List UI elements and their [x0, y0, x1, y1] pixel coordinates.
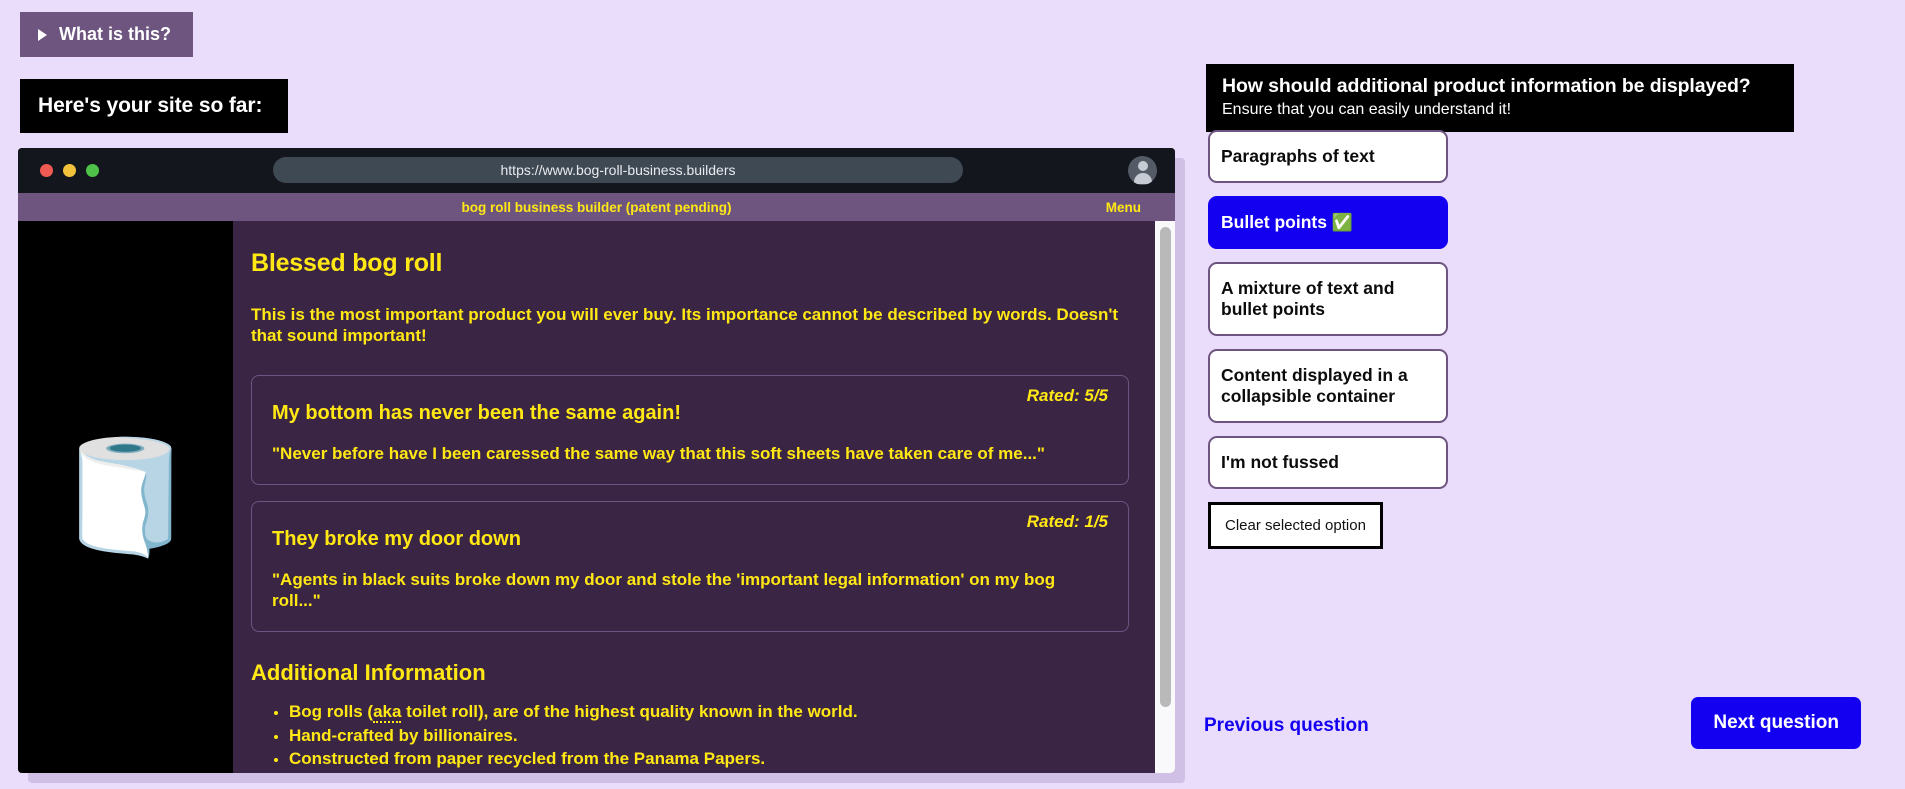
- window-controls: [40, 164, 99, 177]
- review-quote: "Never before have I been caressed the s…: [272, 443, 1045, 463]
- option-label: A mixture of text and bullet points: [1221, 278, 1395, 320]
- site-body: 🧻 Blessed bog roll This is the most impo…: [18, 221, 1175, 773]
- list-item: Hand-crafted by billionaires.: [289, 724, 1129, 747]
- avatar-body-shape: [1133, 173, 1152, 184]
- option-not-fussed[interactable]: I'm not fussed: [1208, 436, 1448, 490]
- browser-chrome-bar: https://www.bog-roll-business.builders: [18, 148, 1175, 193]
- url-input[interactable]: https://www.bog-roll-business.builders: [273, 157, 963, 183]
- question-header: How should additional product informatio…: [1206, 64, 1794, 132]
- option-mixture-of-text-and-bullet-points[interactable]: A mixture of text and bullet points: [1208, 262, 1448, 337]
- review-heading: My bottom has never been the same again!: [272, 401, 681, 424]
- option-list: Paragraphs of text Bullet points ✅ A mix…: [1208, 130, 1448, 550]
- bullet-text-pre: Hand-crafted by billionaires.: [289, 725, 518, 745]
- option-label: Paragraphs of text: [1221, 146, 1375, 166]
- selected-check-icon: ✅: [1331, 213, 1353, 232]
- next-question-button[interactable]: Next question: [1691, 697, 1861, 749]
- option-label: Content displayed in a collapsible conta…: [1221, 365, 1408, 407]
- previous-question-button[interactable]: Previous question: [1204, 715, 1369, 737]
- minimize-window-icon[interactable]: [63, 164, 76, 177]
- list-item: Ensure your bottom receives the plush ex…: [289, 771, 1129, 774]
- product-title: Blessed bog roll: [251, 249, 443, 277]
- review-card: Rated: 1/5 They broke my door down "Agen…: [251, 500, 1129, 633]
- additional-information-list: Bog rolls (aka toilet roll), are of the …: [251, 700, 1129, 773]
- option-label: Bullet points: [1221, 212, 1332, 232]
- site-brand-label: bog roll business builder (patent pendin…: [461, 199, 732, 215]
- additional-information-heading: Additional Information: [251, 660, 486, 686]
- review-rating: Rated: 5/5: [1026, 385, 1108, 405]
- site-scrollbar-thumb[interactable]: [1160, 227, 1171, 707]
- disclosure-triangle-icon: [38, 28, 47, 41]
- question-subtitle: Ensure that you can easily understand it…: [1222, 101, 1512, 118]
- bullet-text-pre: Constructed from paper recycled from the…: [289, 749, 766, 769]
- option-paragraphs-of-text[interactable]: Paragraphs of text: [1208, 130, 1448, 183]
- review-card: Rated: 5/5 My bottom has never been the …: [251, 374, 1129, 485]
- site-so-far-heading: Here's your site so far:: [20, 79, 289, 133]
- what-is-this-label: What is this?: [59, 24, 171, 44]
- question-column: How should additional product informatio…: [1200, 0, 1905, 789]
- list-item: Bog rolls (aka toilet roll), are of the …: [289, 700, 1129, 724]
- review-quote: "Agents in black suits broke down my doo…: [272, 569, 1056, 610]
- app-root: What is this? Here's your site so far: h…: [0, 0, 1905, 789]
- bullet-text-post: toilet roll), are of the highest quality…: [401, 702, 858, 722]
- avatar-head-shape: [1137, 161, 1148, 171]
- what-is-this-toggle[interactable]: What is this?: [20, 12, 193, 57]
- product-hero-image: 🧻: [18, 221, 233, 773]
- close-window-icon[interactable]: [40, 164, 53, 177]
- toilet-roll-icon: 🧻: [55, 434, 196, 559]
- review-rating: Rated: 1/5: [1026, 511, 1108, 531]
- user-avatar-icon[interactable]: [1128, 156, 1157, 185]
- site-content: Blessed bog roll This is the most import…: [233, 221, 1175, 773]
- aka-abbreviation: aka: [373, 702, 402, 724]
- site-menu-button[interactable]: Menu: [1106, 200, 1141, 215]
- preview-column: What is this? Here's your site so far: h…: [0, 0, 1200, 789]
- list-item: Constructed from paper recycled from the…: [289, 747, 1129, 770]
- review-heading: They broke my door down: [272, 527, 521, 550]
- clear-selected-option-button[interactable]: Clear selected option: [1208, 502, 1383, 550]
- question-title: How should additional product informatio…: [1222, 75, 1751, 97]
- maximize-window-icon[interactable]: [86, 164, 99, 177]
- site-navbar: bog roll business builder (patent pendin…: [18, 193, 1175, 221]
- browser-mockup: https://www.bog-roll-business.builders b…: [18, 148, 1175, 773]
- site-scrollbar-track[interactable]: [1155, 221, 1175, 773]
- option-bullet-points[interactable]: Bullet points ✅: [1208, 196, 1448, 250]
- option-collapsible-container[interactable]: Content displayed in a collapsible conta…: [1208, 349, 1448, 424]
- option-label: I'm not fussed: [1221, 452, 1339, 473]
- product-intro-text: This is the most important product you w…: [251, 305, 1119, 346]
- bullet-text-pre: Bog rolls (: [289, 702, 374, 722]
